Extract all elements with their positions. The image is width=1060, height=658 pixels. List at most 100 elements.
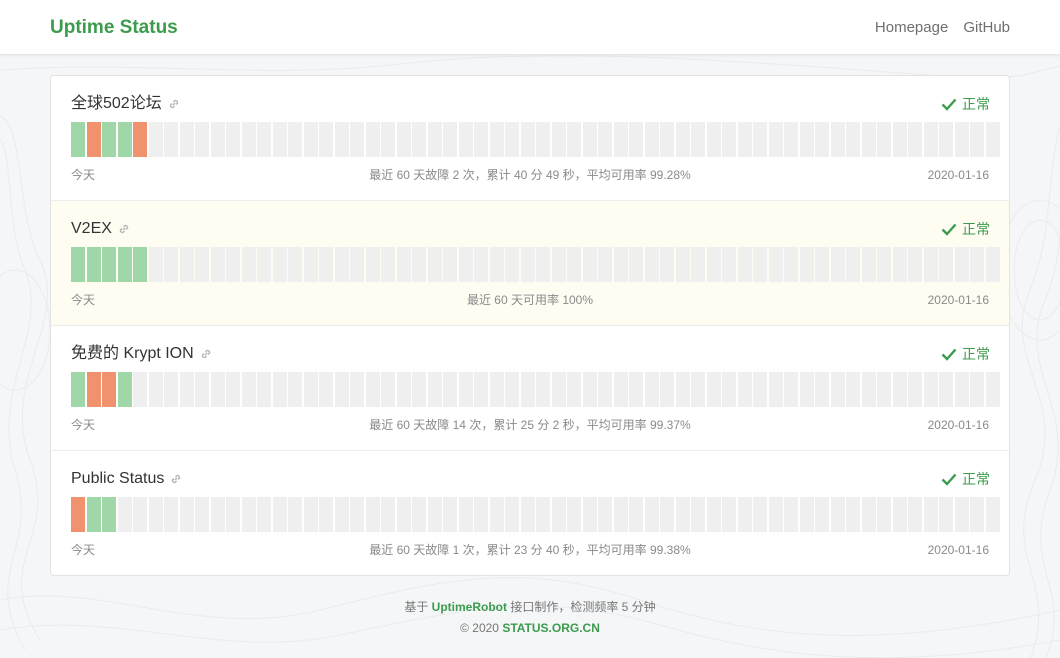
uptime-bar-empty[interactable]: [768, 122, 783, 157]
uptime-bar-empty[interactable]: [892, 372, 907, 407]
uptime-bar-empty[interactable]: [768, 497, 783, 532]
uptime-bar-empty[interactable]: [737, 247, 752, 282]
nav-homepage-link[interactable]: Homepage: [875, 19, 948, 37]
uptime-bar-empty[interactable]: [303, 372, 318, 407]
uptime-bar-empty[interactable]: [505, 247, 519, 282]
uptime-bar-empty[interactable]: [753, 372, 767, 407]
uptime-bar-empty[interactable]: [195, 122, 209, 157]
uptime-bar-empty[interactable]: [939, 247, 953, 282]
uptime-bar-empty[interactable]: [970, 122, 984, 157]
uptime-bar-empty[interactable]: [985, 122, 1000, 157]
uptime-bar-empty[interactable]: [443, 247, 457, 282]
uptime-bar-empty[interactable]: [443, 372, 457, 407]
uptime-bar-empty[interactable]: [412, 122, 426, 157]
uptime-bar-empty[interactable]: [179, 122, 194, 157]
uptime-bar-empty[interactable]: [381, 247, 395, 282]
uptime-bar-empty[interactable]: [675, 372, 690, 407]
uptime-bar-empty[interactable]: [381, 497, 395, 532]
uptime-bar-empty[interactable]: [830, 247, 845, 282]
uptime-bar-empty[interactable]: [365, 122, 380, 157]
uptime-bar-empty[interactable]: [830, 372, 845, 407]
uptime-bar-empty[interactable]: [350, 122, 364, 157]
uptime-bar-empty[interactable]: [210, 122, 225, 157]
uptime-bar-empty[interactable]: [985, 372, 1000, 407]
uptime-bar-empty[interactable]: [722, 497, 736, 532]
uptime-bar-empty[interactable]: [396, 497, 411, 532]
uptime-bar-empty[interactable]: [288, 372, 302, 407]
uptime-bar-empty[interactable]: [706, 247, 721, 282]
uptime-bar-empty[interactable]: [474, 122, 488, 157]
uptime-bar-empty[interactable]: [908, 247, 922, 282]
uptime-bar-empty[interactable]: [985, 497, 1000, 532]
uptime-bar-empty[interactable]: [830, 497, 845, 532]
uptime-bar-ok[interactable]: [133, 247, 147, 282]
uptime-bar-empty[interactable]: [582, 122, 597, 157]
uptime-bar-empty[interactable]: [443, 497, 457, 532]
uptime-bar-empty[interactable]: [613, 372, 628, 407]
uptime-bar-empty[interactable]: [458, 122, 473, 157]
uptime-bar-down[interactable]: [133, 122, 147, 157]
uptime-bar-empty[interactable]: [737, 497, 752, 532]
uptime-bar-empty[interactable]: [427, 372, 442, 407]
uptime-bar-empty[interactable]: [939, 497, 953, 532]
uptime-bar-empty[interactable]: [272, 247, 287, 282]
link-icon[interactable]: [169, 472, 183, 486]
uptime-bar-empty[interactable]: [257, 372, 271, 407]
uptime-bar-empty[interactable]: [241, 497, 256, 532]
uptime-bar-empty[interactable]: [210, 372, 225, 407]
uptime-bar-empty[interactable]: [675, 497, 690, 532]
uptime-bar-empty[interactable]: [567, 122, 581, 157]
uptime-bar-ok[interactable]: [71, 122, 85, 157]
uptime-bar-empty[interactable]: [272, 122, 287, 157]
uptime-bar-empty[interactable]: [272, 372, 287, 407]
uptime-bar-empty[interactable]: [164, 247, 178, 282]
uptime-bar-empty[interactable]: [753, 122, 767, 157]
uptime-bar-empty[interactable]: [722, 372, 736, 407]
uptime-bar-empty[interactable]: [567, 372, 581, 407]
uptime-bar-down[interactable]: [102, 372, 116, 407]
uptime-bar-empty[interactable]: [365, 372, 380, 407]
uptime-bar-empty[interactable]: [799, 247, 814, 282]
uptime-bar-empty[interactable]: [396, 247, 411, 282]
uptime-bar-ok[interactable]: [102, 122, 116, 157]
uptime-bar-empty[interactable]: [846, 372, 860, 407]
uptime-bar-empty[interactable]: [365, 497, 380, 532]
uptime-bar-empty[interactable]: [536, 372, 550, 407]
uptime-bar-empty[interactable]: [613, 247, 628, 282]
nav-github-link[interactable]: GitHub: [963, 19, 1010, 37]
uptime-bar-empty[interactable]: [815, 247, 829, 282]
uptime-bar-empty[interactable]: [691, 247, 705, 282]
uptime-bar-empty[interactable]: [133, 497, 147, 532]
uptime-bar-empty[interactable]: [334, 247, 349, 282]
uptime-bar-empty[interactable]: [164, 372, 178, 407]
uptime-bar-empty[interactable]: [334, 497, 349, 532]
uptime-bar-empty[interactable]: [877, 122, 891, 157]
uptime-bar-empty[interactable]: [443, 122, 457, 157]
uptime-bar-empty[interactable]: [474, 372, 488, 407]
uptime-bar-empty[interactable]: [133, 372, 147, 407]
uptime-bar-empty[interactable]: [598, 497, 612, 532]
uptime-bar-ok[interactable]: [117, 247, 132, 282]
link-icon[interactable]: [117, 222, 131, 236]
uptime-bar-empty[interactable]: [815, 122, 829, 157]
uptime-bar-empty[interactable]: [598, 122, 612, 157]
uptime-bar-ok[interactable]: [71, 372, 85, 407]
uptime-bar-empty[interactable]: [458, 497, 473, 532]
uptime-bar-empty[interactable]: [660, 122, 674, 157]
uptime-bar-empty[interactable]: [520, 372, 535, 407]
uptime-bar-empty[interactable]: [799, 372, 814, 407]
uptime-bar-empty[interactable]: [892, 497, 907, 532]
uptime-bar-empty[interactable]: [381, 372, 395, 407]
uptime-bar-empty[interactable]: [505, 497, 519, 532]
uptime-bar-empty[interactable]: [179, 372, 194, 407]
uptime-bar-empty[interactable]: [195, 247, 209, 282]
uptime-bar-empty[interactable]: [613, 497, 628, 532]
uptime-bar-empty[interactable]: [303, 497, 318, 532]
uptime-bar-empty[interactable]: [737, 122, 752, 157]
uptime-bar-empty[interactable]: [567, 247, 581, 282]
uptime-bar-empty[interactable]: [923, 247, 938, 282]
uptime-bar-empty[interactable]: [381, 122, 395, 157]
uptime-bar-empty[interactable]: [706, 497, 721, 532]
uptime-bar-empty[interactable]: [179, 247, 194, 282]
uptime-bar-empty[interactable]: [691, 372, 705, 407]
